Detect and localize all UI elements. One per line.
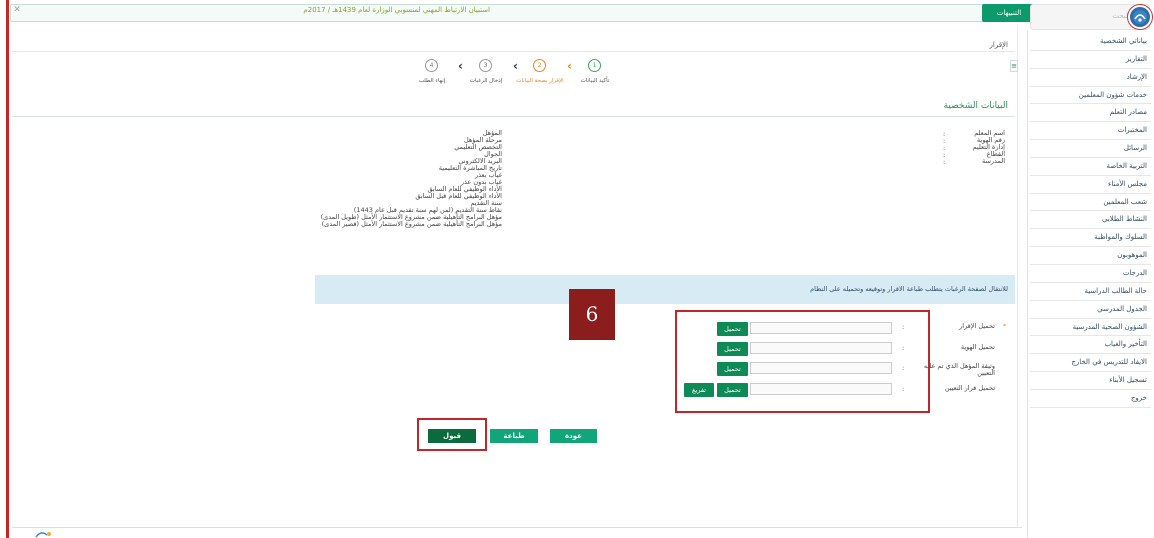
chevron-left-icon: ‹ — [513, 59, 518, 73]
sidebar-item-special-education[interactable]: التربية الخاصة — [1030, 158, 1151, 176]
sidebar-item-guidance[interactable]: الإرشاد — [1030, 69, 1151, 87]
sidebar-item-gifted[interactable]: الموهوبون — [1030, 247, 1151, 265]
sidebar-item-messages[interactable]: الرسائل — [1030, 140, 1151, 158]
sidebar-item-health[interactable]: الشؤون الصحية المدرسية — [1030, 319, 1151, 337]
sidebar-item-logout[interactable]: خروج — [1030, 390, 1151, 408]
field-specialization: التخصص التعليمي — [454, 143, 502, 151]
frame-border — [6, 0, 9, 538]
sidebar-menu: بياناتي الشخصية التقارير الإرشاد خدمات ش… — [1030, 33, 1151, 408]
upload-declaration-label: تحميل الإقرار — [959, 322, 995, 330]
logo-icon — [1128, 5, 1152, 29]
info-text: للانتقال لصفحة الرغبات يتطلب طباعة الاقر… — [810, 285, 1008, 293]
upload-qualification-label: وثيقة المؤهل الذي تم عليه التعيين — [923, 362, 995, 377]
step-1-circle: 1 — [588, 59, 601, 72]
upload-appointment-label: تحميل قرار التعيين — [944, 384, 995, 392]
alerts-button[interactable]: التنبيهات — [982, 4, 1036, 22]
section-title: البيانات الشخصية — [943, 101, 1008, 111]
breadcrumb: الإقرار — [989, 41, 1008, 49]
close-icon[interactable]: ✕ — [12, 5, 22, 15]
upload-id-label: تحميل الهوية — [960, 343, 995, 351]
sidebar-item-student-status[interactable]: حالة الطالب الدراسية — [1030, 283, 1151, 301]
sidebar-item-student-activity[interactable]: النشاط الطلابي — [1030, 211, 1151, 230]
field-program-short: مؤهل البرامج التأهيلية ضمن مشروع الاستثم… — [321, 220, 502, 228]
sidebar-item-schedule[interactable]: الجدول المدرسي — [1030, 301, 1151, 319]
content-divider — [1017, 25, 1018, 527]
footer-divider — [12, 527, 1022, 528]
sidebar-toggle-icon[interactable]: ≡ — [1010, 60, 1018, 72]
sidebar-item-trustees[interactable]: مجلس الأمناء — [1030, 176, 1151, 194]
sidebar-item-learning-resources[interactable]: مصادر التعلم — [1030, 104, 1151, 123]
field-start-date: تاريخ المباشرة التعليمية — [438, 164, 502, 172]
step-2-circle: 2 — [533, 59, 546, 72]
sidebar-item-teaching-abroad[interactable]: الايفاد للتدريس في الخارج — [1030, 354, 1151, 373]
chevron-left-icon: ‹ — [567, 59, 572, 73]
step-3-circle: 3 — [479, 59, 492, 72]
sidebar-item-labs[interactable]: المختبرات — [1030, 122, 1151, 141]
footer-logo-icon — [35, 530, 53, 538]
colon: : — [943, 158, 946, 166]
sidebar-divider — [1027, 30, 1028, 538]
required-marker: * — [1003, 323, 1006, 330]
back-button[interactable]: عودة — [550, 429, 597, 443]
sidebar-item-personal-data[interactable]: بياناتي الشخصية — [1030, 33, 1151, 51]
sidebar-item-grades[interactable]: الدرجات — [1030, 265, 1151, 283]
highlight-upload-box — [675, 310, 930, 413]
highlight-accept-box — [417, 418, 487, 451]
sidebar-item-register-children[interactable]: تسجيل الأبناء — [1030, 372, 1151, 390]
sidebar-item-reports[interactable]: التقارير — [1030, 51, 1151, 69]
step-3-label: إدخال الرغبات — [469, 78, 503, 84]
step-4-circle: 4 — [425, 59, 438, 72]
sidebar-item-absence[interactable]: التأخير والغياب — [1030, 336, 1151, 355]
annotation-badge: 6 — [569, 289, 615, 340]
sidebar-item-teacher-services[interactable]: خدمات شؤون المعلمين — [1030, 87, 1151, 105]
announcement-link[interactable]: استبيان الارتباط المهني لمنسوبي الوزارة … — [110, 6, 490, 18]
section-divider — [12, 116, 1015, 117]
step-4-label: إنهاء الطلب — [418, 78, 446, 84]
header-divider — [12, 51, 1015, 52]
print-button[interactable]: طباعة — [490, 429, 538, 443]
sidebar-item-teacher-sections[interactable]: شعب المعلمين — [1030, 194, 1151, 212]
sidebar-item-behavior[interactable]: السلوك والمواظبة — [1030, 229, 1151, 248]
search-placeholder: البحث — [1112, 12, 1130, 20]
step-1-label: تأكيد البيانات — [580, 78, 610, 84]
chevron-left-icon: ‹ — [458, 59, 463, 73]
step-2-label: الإقرار بصحة البيانات — [516, 78, 564, 84]
